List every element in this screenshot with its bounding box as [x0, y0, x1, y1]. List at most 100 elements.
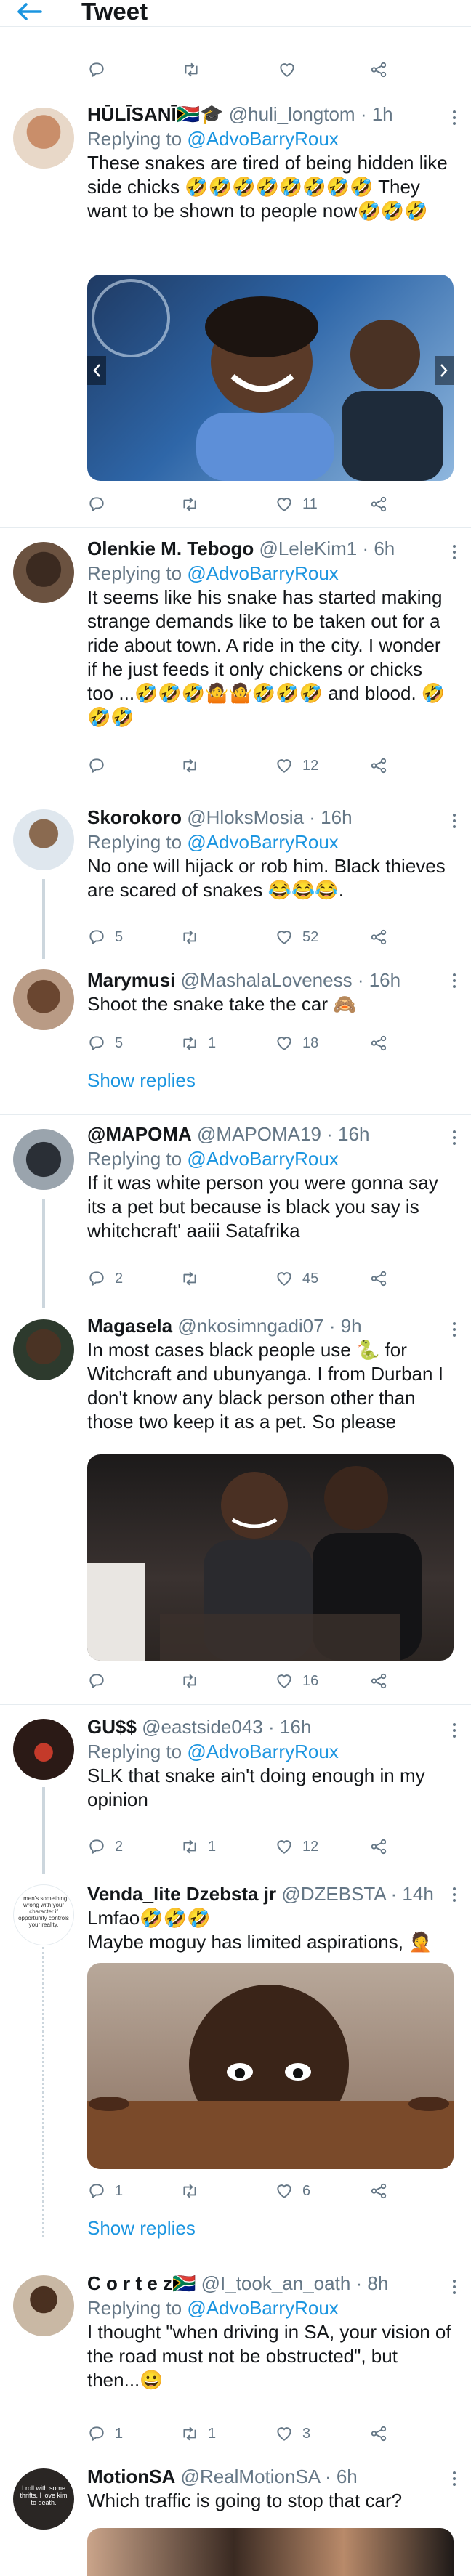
share-button[interactable]: [369, 1669, 388, 1693]
share-button[interactable]: [369, 1267, 388, 1290]
user-handle: @eastside043: [142, 1716, 263, 1738]
more-icon[interactable]: [451, 1127, 458, 1149]
avatar[interactable]: I roll with some thrifts. I love kim to …: [13, 2468, 74, 2530]
reply-button[interactable]: 5: [87, 926, 123, 949]
avatar[interactable]: [13, 1129, 74, 1190]
back-arrow-icon[interactable]: [15, 1, 44, 22]
reply-button[interactable]: [87, 754, 115, 777]
like-button[interactable]: 11: [275, 493, 318, 516]
reply-button[interactable]: 2: [87, 1267, 123, 1290]
tweet-image[interactable]: [87, 1963, 454, 2169]
like-button[interactable]: 52: [275, 926, 318, 949]
reply-button[interactable]: [87, 58, 106, 81]
like-button[interactable]: 18: [275, 1032, 318, 1055]
avatar[interactable]: [13, 1719, 74, 1780]
like-icon: [277, 2427, 291, 2441]
share-button[interactable]: [369, 493, 388, 516]
avatar[interactable]: [13, 2275, 74, 2336]
tweet-meta: Venda_lite Dzebsta jr @DZEBSTA · 14h: [87, 1882, 454, 1906]
tweet-card[interactable]: I roll with some thrifts. I love kim to …: [0, 2458, 471, 2576]
more-icon[interactable]: [451, 108, 458, 129]
avatar[interactable]: [13, 1319, 74, 1380]
more-icon[interactable]: [451, 811, 458, 833]
retweet-button[interactable]: 1: [180, 1835, 216, 1858]
tweet-card[interactable]: @MAPOMA @MAPOMA19 · 16h Replying to @Adv…: [0, 1114, 471, 1305]
avatar[interactable]: ..men's something wrong with your charac…: [13, 1884, 74, 1945]
share-button[interactable]: [369, 2422, 388, 2445]
retweet-button[interactable]: [180, 926, 208, 949]
retweet-button[interactable]: [182, 58, 201, 81]
tweet-meta: GU$$ @eastside043 · 16h: [87, 1714, 454, 1739]
retweet-button[interactable]: [180, 754, 208, 777]
tweet-card[interactable]: Magasela @nkosimngadi07 · 9h In most cas…: [0, 1305, 471, 1704]
more-icon[interactable]: [451, 1720, 458, 1742]
tweet-card[interactable]: C o r t e z🇿🇦 @I_took_an_oath · 8h Reply…: [0, 2264, 471, 2474]
display-name[interactable]: Marymusi: [87, 969, 175, 991]
retweet-button[interactable]: [180, 1669, 208, 1693]
share-button[interactable]: [369, 754, 388, 777]
tweet-card[interactable]: Marymusi @MashalaLoveness · 16h Shoot th…: [0, 962, 471, 1107]
retweet-button[interactable]: 1: [180, 1032, 216, 1055]
tweet-card[interactable]: Skorokoro @HloksMosia · 16h Replying to …: [0, 795, 471, 962]
display-name[interactable]: Magasela: [87, 1315, 172, 1337]
mention-link[interactable]: @AdvoBarryRoux: [187, 2297, 338, 2319]
display-name[interactable]: HŪLĪSANĪ: [87, 103, 177, 125]
like-button[interactable]: 12: [275, 754, 318, 777]
more-icon[interactable]: [451, 2468, 458, 2490]
like-button[interactable]: 6: [275, 2179, 310, 2203]
display-name[interactable]: GU$$: [87, 1716, 137, 1738]
display-name[interactable]: Olenkie M. Tebogo: [87, 538, 254, 559]
tweet-card[interactable]: ..men's something wrong with your charac…: [0, 1876, 471, 2253]
reply-button[interactable]: [87, 1669, 115, 1693]
tweet-image[interactable]: [87, 2528, 454, 2576]
retweet-button[interactable]: [180, 493, 208, 516]
more-icon[interactable]: [451, 542, 458, 564]
like-button[interactable]: 12: [275, 1835, 318, 1858]
reply-button[interactable]: [87, 493, 115, 516]
display-name[interactable]: MotionSA: [87, 2466, 175, 2487]
reply-button[interactable]: 1: [87, 2179, 123, 2203]
retweet-button[interactable]: [180, 2179, 208, 2203]
share-button[interactable]: [369, 926, 388, 949]
more-icon[interactable]: [451, 1319, 458, 1341]
more-icon[interactable]: [451, 2277, 458, 2298]
tweet-card[interactable]: HŪLĪSANĪ🇿🇦🎓 @huli_longtom · 1h Replying …: [0, 92, 471, 527]
reply-button[interactable]: 5: [87, 1032, 123, 1055]
tweet-card[interactable]: GU$$ @eastside043 · 16h Replying to @Adv…: [0, 1704, 471, 1876]
share-button[interactable]: [369, 1032, 388, 1055]
avatar[interactable]: [13, 809, 74, 870]
more-icon[interactable]: [451, 1884, 458, 1906]
like-button[interactable]: [278, 58, 297, 81]
mention-link[interactable]: @AdvoBarryRoux: [187, 1148, 338, 1170]
tweet-image[interactable]: [87, 1454, 454, 1661]
avatar[interactable]: [13, 542, 74, 603]
like-count: 52: [302, 928, 319, 945]
display-name[interactable]: Skorokoro: [87, 806, 182, 828]
reply-button[interactable]: 2: [87, 1835, 123, 1858]
retweet-button[interactable]: [180, 1267, 208, 1290]
like-icon: [277, 498, 291, 511]
retweet-button[interactable]: 1: [180, 2422, 216, 2445]
share-button[interactable]: [369, 58, 388, 81]
mention-link[interactable]: @AdvoBarryRoux: [187, 1741, 338, 1762]
avatar[interactable]: [13, 969, 74, 1030]
avatar[interactable]: [13, 108, 74, 169]
show-replies-link[interactable]: Show replies: [87, 1069, 196, 1092]
tweet-card[interactable]: Olenkie M. Tebogo @LeleKim1 · 6h Replyin…: [0, 527, 471, 795]
show-replies-link[interactable]: Show replies: [87, 2217, 196, 2240]
mention-link[interactable]: @AdvoBarryRoux: [187, 128, 338, 150]
mention-link[interactable]: @AdvoBarryRoux: [187, 562, 338, 584]
like-button[interactable]: 16: [275, 1669, 318, 1693]
reply-button[interactable]: 1: [87, 2422, 123, 2445]
tweet-meta: Marymusi @MashalaLoveness · 16h: [87, 968, 454, 992]
like-button[interactable]: 45: [275, 1267, 318, 1290]
display-name[interactable]: C o r t e z: [87, 2272, 172, 2294]
like-button[interactable]: 3: [275, 2422, 310, 2445]
display-name[interactable]: @MAPOMA: [87, 1123, 192, 1145]
share-button[interactable]: [369, 1835, 388, 1858]
tweet-image[interactable]: [87, 275, 454, 481]
share-button[interactable]: [369, 2179, 388, 2203]
mention-link[interactable]: @AdvoBarryRoux: [187, 831, 338, 853]
display-name[interactable]: Venda_lite Dzebsta jr: [87, 1883, 276, 1905]
more-icon[interactable]: [451, 971, 458, 992]
